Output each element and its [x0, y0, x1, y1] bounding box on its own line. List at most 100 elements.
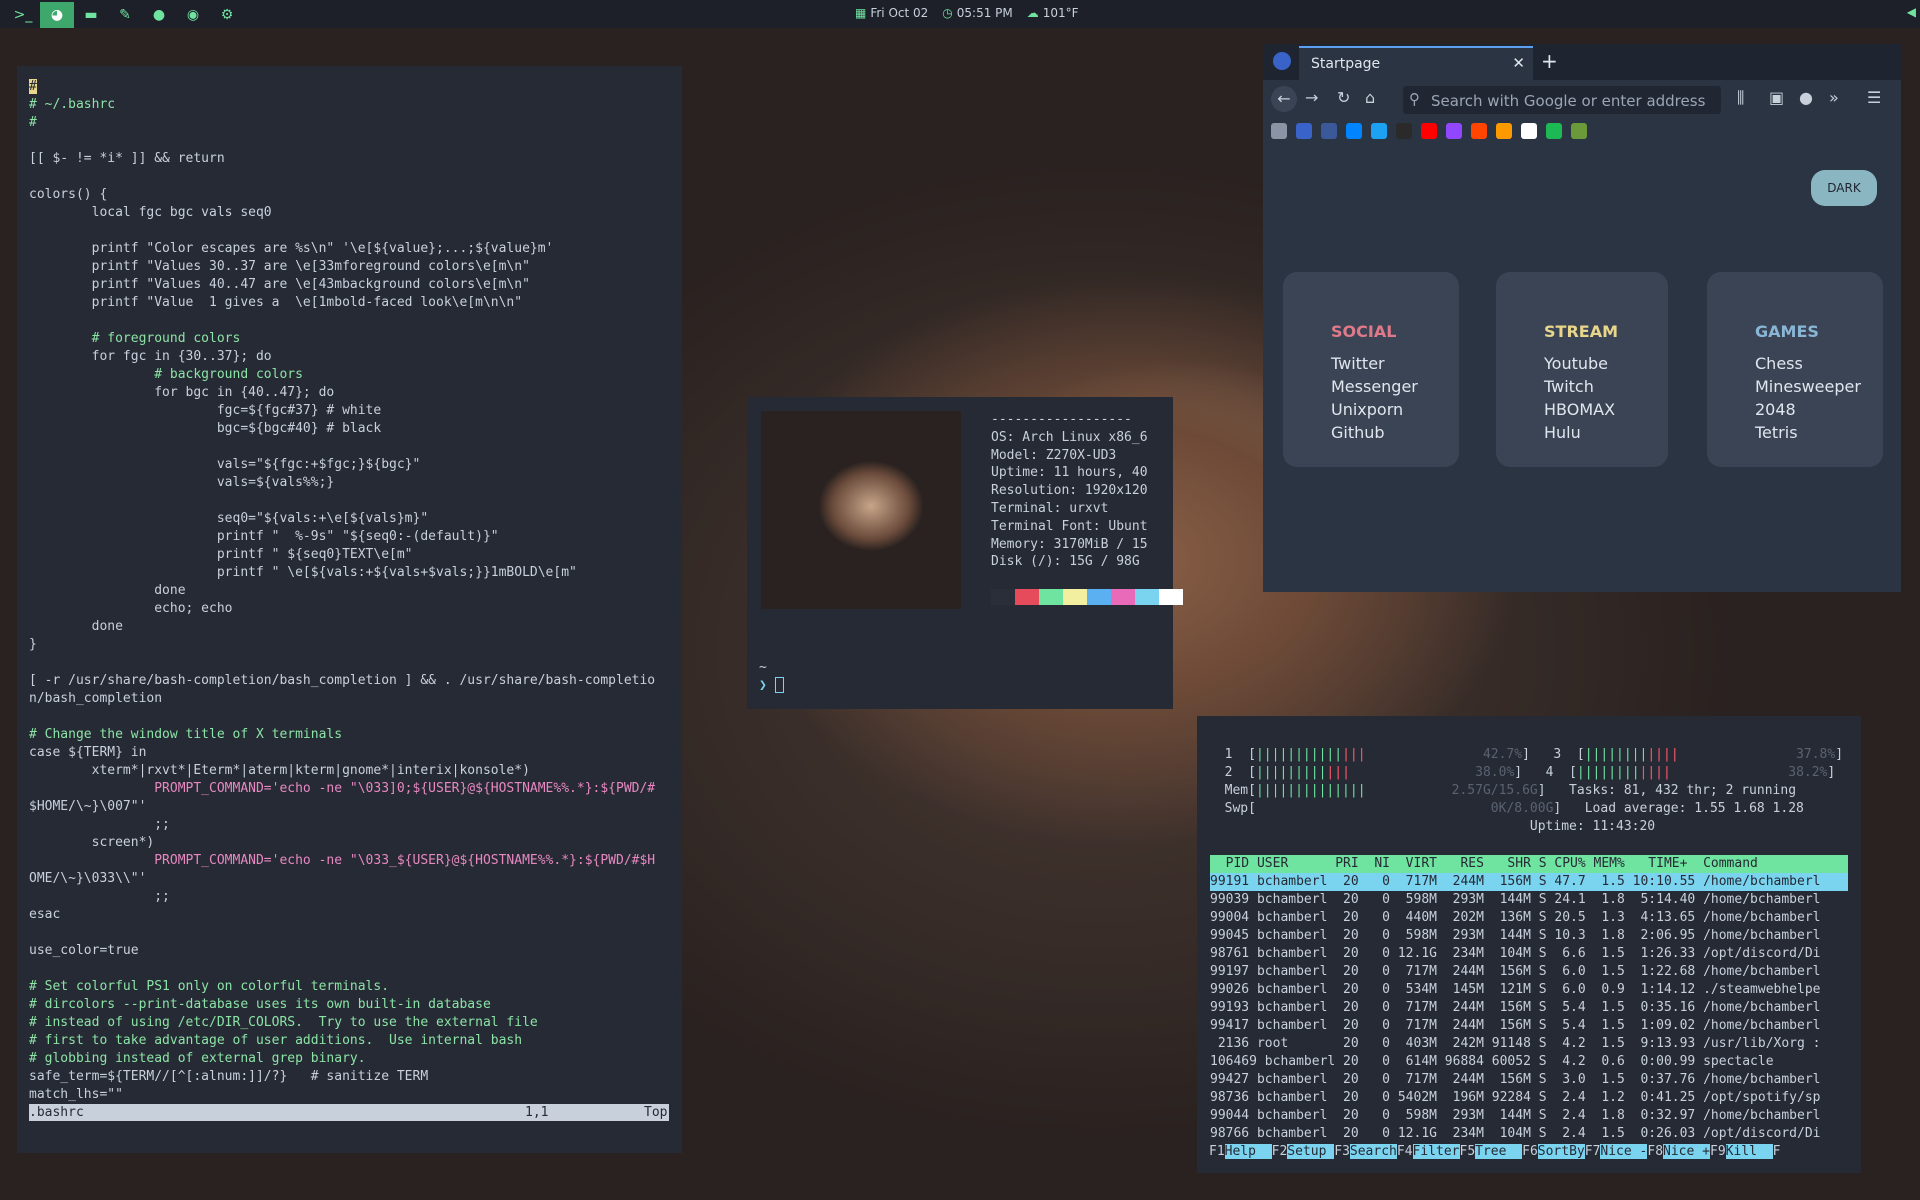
fkey-action[interactable]: Nice - [1600, 1144, 1648, 1159]
shell-prompt[interactable]: ~ ❯ [759, 659, 784, 695]
code-line: # foreground colors [29, 331, 241, 346]
process-row[interactable]: 98761 bchamberl 20 0 12.1G 234M 104M S 6… [1210, 945, 1848, 963]
process-row[interactable]: 99193 bchamberl 20 0 717M 244M 156M S 5.… [1210, 999, 1848, 1017]
account-icon[interactable]: ● [1799, 88, 1813, 107]
reload-icon[interactable]: ↻ [1337, 88, 1350, 107]
process-table-header[interactable]: PID USER PRI NI VIRT RES SHR S CPU% MEM%… [1210, 855, 1848, 873]
process-row[interactable]: 99026 bchamberl 20 0 534M 145M 121M S 6.… [1210, 981, 1848, 999]
card-link-twitter[interactable]: Twitter [1331, 354, 1385, 373]
fkey-action[interactable]: Setup [1287, 1144, 1335, 1159]
color-swatch [991, 589, 1015, 605]
overflow-icon[interactable]: » [1829, 88, 1839, 107]
neofetch-terminal-window[interactable]: ------------------ OS: Arch Linux x86_6 Mo… [747, 397, 1183, 709]
code-line: match_lhs="" [29, 1087, 123, 1102]
code-line: done [29, 583, 186, 598]
process-row[interactable]: 99044 bchamberl 20 0 598M 293M 144M S 2.… [1210, 1107, 1848, 1125]
cpu1-meter: 1 [|||||||||||||| 42.7%] 3 [||||||||||||… [1224, 747, 1844, 762]
tab-close-button[interactable]: ✕ [1512, 54, 1525, 72]
process-row[interactable]: 106469 bchamberl 20 0 614M 96884 60052 S… [1210, 1053, 1848, 1071]
editor-icon[interactable]: ✎ [108, 2, 142, 28]
card-link-hbomax[interactable]: HBOMAX [1544, 400, 1615, 419]
steam-icon[interactable]: ⚙ [210, 2, 244, 28]
home-icon[interactable]: ⌂ [1365, 88, 1375, 107]
bookmark-icon[interactable] [1446, 123, 1462, 139]
fkey-action[interactable]: Nice + [1663, 1144, 1710, 1159]
fkey-action[interactable]: Kill [1725, 1144, 1773, 1159]
fkey-action[interactable]: Search [1349, 1144, 1397, 1159]
date-widget: ▦ Fri Oct 02 [855, 6, 928, 20]
bookmark-icon[interactable] [1546, 123, 1562, 139]
status-scroll: Top [644, 1105, 668, 1120]
fkey-label: F2 [1271, 1144, 1288, 1159]
color-swatch [1063, 589, 1087, 605]
process-row[interactable]: 98766 bchamberl 20 0 12.1G 234M 104M S 2… [1210, 1125, 1848, 1143]
fkey-action[interactable]: SortBy [1537, 1144, 1585, 1159]
dark-mode-button[interactable]: DARK [1811, 170, 1877, 206]
color-swatches [991, 589, 1183, 605]
process-row[interactable]: 99197 bchamberl 20 0 717M 244M 156M S 6.… [1210, 963, 1848, 981]
bookmark-icon[interactable] [1271, 123, 1287, 139]
process-row[interactable]: 99417 bchamberl 20 0 717M 244M 156M S 5.… [1210, 1017, 1848, 1035]
menu-icon[interactable]: ☰ [1867, 88, 1881, 107]
code-line: # globbing instead of external grep bina… [29, 1051, 366, 1066]
card-link-youtube[interactable]: Youtube [1544, 354, 1608, 373]
sidebar-icon[interactable]: ▣ [1769, 88, 1784, 107]
card-link-2048[interactable]: 2048 [1755, 400, 1796, 419]
bookmark-icon[interactable] [1346, 123, 1362, 139]
chat-icon[interactable]: ● [142, 2, 176, 28]
tab-startpage[interactable]: Startpage ✕ [1299, 46, 1533, 80]
back-icon[interactable]: ← [1271, 86, 1297, 112]
card-link-messenger[interactable]: Messenger [1331, 377, 1418, 396]
color-swatch [1135, 589, 1159, 605]
card-link-minesweeper[interactable]: Minesweeper [1755, 377, 1861, 396]
process-row[interactable]: 99045 bchamberl 20 0 598M 293M 144M S 10… [1210, 927, 1848, 945]
firefox-window[interactable]: Startpage ✕ + ← → ↻ ⌂ ⚲ Search with Goog… [1263, 44, 1901, 592]
process-row[interactable]: 99004 bchamberl 20 0 440M 202M 136M S 20… [1210, 909, 1848, 927]
fkey-action[interactable]: Help [1224, 1144, 1272, 1159]
neofetch-info: ------------------ OS: Arch Linux x86_6 Mo… [991, 411, 1148, 571]
library-icon[interactable]: ⫼ [1737, 88, 1744, 108]
spotify-icon[interactable]: ◉ [176, 2, 210, 28]
code-line: } [29, 637, 37, 652]
bookmark-icon[interactable] [1521, 123, 1537, 139]
folder-icon[interactable]: ▬ [74, 2, 108, 28]
bookmark-icon[interactable] [1371, 123, 1387, 139]
status-cursor-pos: 1,1 [525, 1105, 549, 1120]
code-line: PROMPT_COMMAND='echo -ne "\033_${USER}@$… [29, 853, 656, 868]
card-link-twitch[interactable]: Twitch [1544, 377, 1594, 396]
process-row[interactable]: 98736 bchamberl 20 0 5402M 196M 92284 S … [1210, 1089, 1848, 1107]
card-link-hulu[interactable]: Hulu [1544, 423, 1581, 442]
fkey-label: F7 [1584, 1144, 1601, 1159]
process-row[interactable]: 99039 bchamberl 20 0 598M 293M 144M S 24… [1210, 891, 1848, 909]
url-bar[interactable]: ⚲ Search with Google or enter address [1403, 86, 1721, 114]
bookmark-icon[interactable] [1321, 123, 1337, 139]
bookmark-icon[interactable] [1396, 123, 1412, 139]
card-link-tetris[interactable]: Tetris [1755, 423, 1798, 442]
terminal-icon[interactable]: >_ [6, 2, 40, 28]
bookmark-icon[interactable] [1421, 123, 1437, 139]
bookmark-icon[interactable] [1296, 123, 1312, 139]
vim-terminal-window[interactable]: # # ~/.bashrc # [[ $- != *i* ]] && return … [17, 66, 682, 1153]
bookmark-icon[interactable] [1571, 123, 1587, 139]
info-memory: Memory: 3170MiB / 15 [991, 536, 1148, 552]
arch-launcher-icon[interactable]: ◕ [40, 2, 74, 28]
process-table[interactable]: 99191 bchamberl 20 0 717M 244M 156M S 47… [1210, 873, 1848, 1143]
tasks-text: Tasks: 81, 432 thr; 2 running [1569, 783, 1797, 798]
card-link-unixporn[interactable]: Unixporn [1331, 400, 1403, 419]
volume-icon[interactable]: ◀ [1907, 5, 1916, 19]
fkey-action[interactable]: Filter [1412, 1144, 1460, 1159]
process-row[interactable]: 99191 bchamberl 20 0 717M 244M 156M S 47… [1210, 873, 1848, 891]
bookmark-icon[interactable] [1471, 123, 1487, 139]
htop-terminal-window[interactable]: 1 [|||||||||||||| 42.7%] 3 [||||||||||||… [1197, 716, 1861, 1173]
forward-icon[interactable]: → [1305, 88, 1318, 107]
card-link-chess[interactable]: Chess [1755, 354, 1803, 373]
vim-buffer[interactable]: # # ~/.bashrc # [[ $- != *i* ]] && return … [29, 78, 655, 1104]
bookmark-icon[interactable] [1496, 123, 1512, 139]
process-row[interactable]: 2136 root 20 0 403M 242M 91148 S 4.2 1.5… [1210, 1035, 1848, 1053]
new-tab-button[interactable]: + [1541, 49, 1558, 73]
fkey-action[interactable]: Tree [1475, 1144, 1523, 1159]
process-row[interactable]: 99427 bchamberl 20 0 717M 244M 156M S 3.… [1210, 1071, 1848, 1089]
card-link-github[interactable]: Github [1331, 423, 1385, 442]
